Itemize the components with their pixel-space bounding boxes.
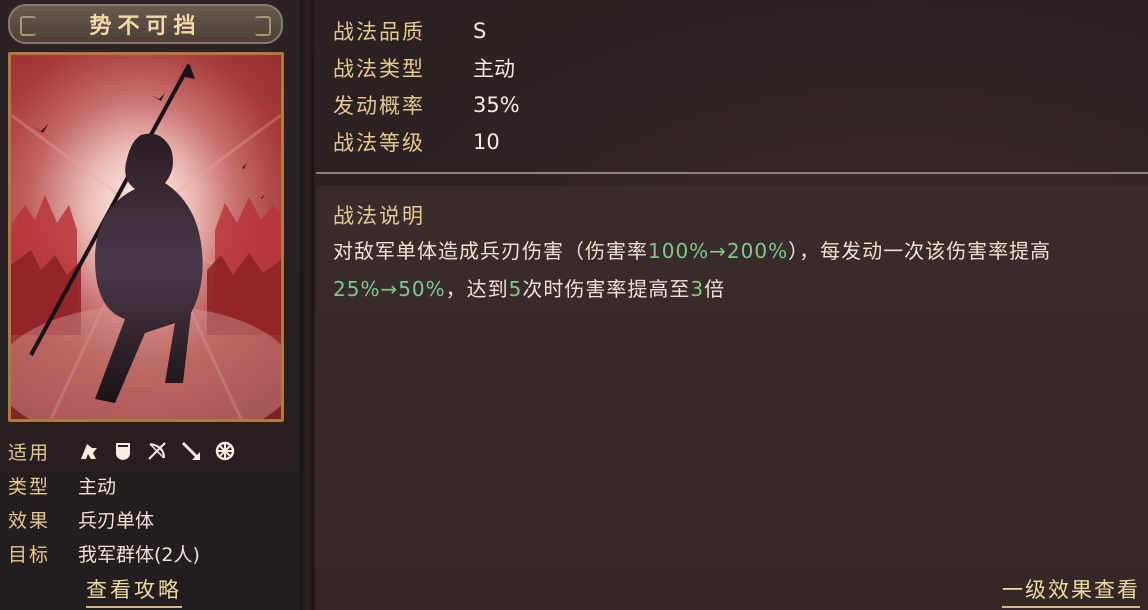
trigger-rate-label: 发动概率: [333, 93, 425, 118]
cavalry-icon: [81, 444, 97, 459]
type-row: 类型 主动: [8, 468, 298, 502]
rider-silhouette-illustration: [11, 55, 281, 419]
effect-row: 效果 兵刃单体: [8, 502, 298, 536]
rate-row: 发动概率 35%: [333, 86, 520, 123]
desc-part-1: 对敌军单体造成兵刃伤害（伤害率: [333, 239, 648, 263]
desc-part-4: 次时伤害率提高至: [522, 277, 691, 301]
spear-icon: [181, 441, 200, 460]
desc-highlight-1: 100%→200%: [648, 239, 789, 263]
desc-part-3: ，达到: [445, 277, 509, 301]
effect-value: 兵刃单体: [78, 509, 155, 532]
shield-icon: [116, 443, 130, 460]
panel-divider: [300, 0, 314, 610]
skill-info-list: 适用 类型 主动 效果 兵刃单体 目标 我军群体(2人): [8, 434, 298, 570]
desc-highlight-2: 25%→50%: [333, 277, 446, 301]
level-one-effect-link[interactable]: 一级效果查看: [1002, 574, 1140, 608]
effect-label: 效果: [8, 509, 51, 532]
quality-value: S: [473, 18, 487, 43]
desc-part-5: 倍: [704, 277, 726, 301]
skill-type-label: 战法类型: [333, 56, 425, 81]
skill-card-art: [8, 52, 284, 422]
trigger-rate-value: 35%: [473, 92, 520, 117]
desc-part-2: ），每发动一次该伤害率提高: [788, 239, 1052, 263]
skill-stats: 战法品质 S 战法类型 主动 发动概率 35% 战法等级 10: [333, 12, 520, 160]
description-title: 战法说明: [333, 204, 425, 228]
applicable-label: 适用: [8, 441, 51, 464]
type-value: 主动: [78, 475, 117, 498]
section-divider: [316, 172, 1148, 174]
applicable-icons: [78, 440, 236, 462]
target-label: 目标: [8, 543, 51, 566]
target-row: 目标 我军群体(2人): [8, 536, 298, 570]
desc-highlight-3: 5: [508, 277, 523, 301]
siege-wheel-icon: [215, 441, 235, 461]
level-row: 战法等级 10: [333, 123, 520, 160]
type-label: 类型: [8, 475, 51, 498]
description-text: 对敌军单体造成兵刃伤害（伤害率100%→200%），每发动一次该伤害率提高 25%…: [333, 232, 1143, 308]
skill-name: 势不可挡: [89, 14, 202, 39]
applicable-row: 适用: [8, 434, 298, 468]
bow-icon: [148, 442, 166, 460]
quality-row: 战法品质 S: [333, 12, 520, 49]
skill-type-value: 主动: [473, 56, 515, 81]
skill-level-value: 10: [473, 129, 500, 154]
target-value: 我军群体(2人): [78, 543, 200, 566]
desc-highlight-4: 3: [690, 277, 705, 301]
view-strategy-link[interactable]: 查看攻略: [86, 574, 182, 608]
skill-name-plaque: 势不可挡: [8, 4, 283, 44]
skill-level-label: 战法等级: [333, 130, 425, 155]
type-stat-row: 战法类型 主动: [333, 49, 520, 86]
quality-label: 战法品质: [333, 19, 425, 44]
